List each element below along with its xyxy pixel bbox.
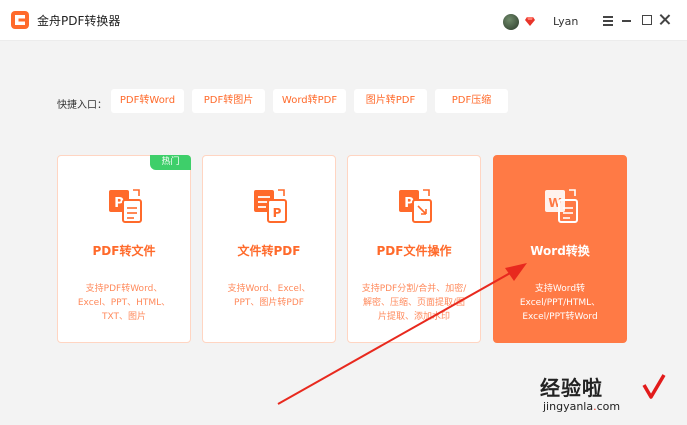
watermark: 经验啦 jingyanla.com: [540, 372, 670, 418]
watermark-domain: jingyanla.com: [543, 400, 621, 413]
check-icon: [642, 374, 666, 399]
annotation-arrow-icon: [277, 263, 527, 405]
watermark-title: 经验啦: [540, 376, 603, 400]
